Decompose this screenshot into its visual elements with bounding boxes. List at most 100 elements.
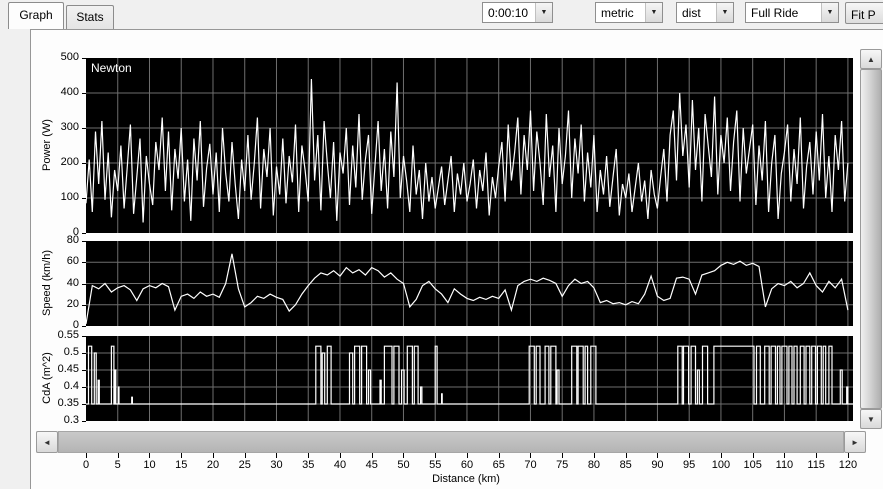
x-tick-mark: [181, 453, 182, 458]
x-tick-mark: [848, 453, 849, 458]
y-tick-mark: [82, 421, 86, 422]
y-tick-label: 20: [35, 298, 79, 310]
x-tick-mark: [530, 453, 531, 458]
y-tick-mark: [82, 262, 86, 263]
x-tick-label: 80: [578, 459, 610, 471]
x-tick-label: 85: [610, 459, 642, 471]
xaxis-mode-dropdown-value: dist: [677, 3, 716, 22]
range-dropdown[interactable]: Full Ride ▼: [745, 2, 839, 23]
series-annotation: Newton: [91, 61, 132, 75]
x-tick-mark: [753, 453, 754, 458]
interval-dropdown-value: 0:00:10: [483, 3, 535, 22]
scroll-up-button[interactable]: ▲: [860, 49, 882, 69]
y-tick-label: 0.4: [35, 380, 79, 392]
chart-panel: Newton Power (W) Speed (km/h) CdA (m^2) …: [30, 29, 883, 489]
x-tick-mark: [340, 453, 341, 458]
x-tick-mark: [689, 453, 690, 458]
chevron-down-icon[interactable]: ▼: [821, 3, 838, 22]
x-tick-mark: [403, 453, 404, 458]
scroll-right-button[interactable]: ►: [844, 431, 866, 453]
x-tick-mark: [626, 453, 627, 458]
units-dropdown[interactable]: metric ▼: [595, 2, 663, 23]
scroll-left-button[interactable]: ◄: [36, 431, 58, 453]
speed-plot-area[interactable]: [86, 241, 853, 326]
x-tick-label: 25: [229, 459, 261, 471]
x-tick-label: 70: [514, 459, 546, 471]
x-tick-mark: [86, 453, 87, 458]
fit-plot-button[interactable]: Fit P: [845, 2, 883, 24]
y-tick-label: 0.3: [35, 414, 79, 426]
x-tick-label: 75: [546, 459, 578, 471]
units-dropdown-value: metric: [596, 3, 645, 22]
x-tick-mark: [308, 453, 309, 458]
plot-svg-speed: [86, 241, 853, 326]
y-tick-label: 500: [35, 51, 79, 63]
x-tick-label: 105: [737, 459, 769, 471]
horizontal-scrollbar-thumb[interactable]: [58, 431, 844, 453]
x-tick-label: 50: [387, 459, 419, 471]
y-tick-mark: [82, 404, 86, 405]
y-tick-mark: [82, 336, 86, 337]
x-tick-label: 30: [260, 459, 292, 471]
x-tick-mark: [467, 453, 468, 458]
x-tick-label: 0: [70, 459, 102, 471]
x-tick-label: 55: [419, 459, 451, 471]
y-tick-mark: [82, 233, 86, 234]
x-tick-mark: [594, 453, 595, 458]
chevron-down-icon[interactable]: ▼: [645, 3, 662, 22]
y-tick-mark: [82, 326, 86, 327]
vertical-scrollbar-thumb[interactable]: [860, 69, 882, 409]
horizontal-scrollbar[interactable]: ◄ ►: [36, 431, 866, 453]
x-tick-mark: [213, 453, 214, 458]
x-tick-mark: [435, 453, 436, 458]
x-tick-label: 60: [451, 459, 483, 471]
x-tick-label: 10: [133, 459, 165, 471]
chevron-down-icon[interactable]: ▼: [716, 3, 733, 22]
x-tick-mark: [149, 453, 150, 458]
x-tick-mark: [245, 453, 246, 458]
y-tick-label: 300: [35, 121, 79, 133]
tab-graph[interactable]: Graph: [8, 2, 64, 29]
y-tick-mark: [82, 284, 86, 285]
y-tick-label: 0.35: [35, 397, 79, 409]
y-tick-mark: [82, 163, 86, 164]
y-tick-label: 80: [35, 234, 79, 246]
y-tick-mark: [82, 305, 86, 306]
x-tick-label: 110: [768, 459, 800, 471]
x-tick-label: 15: [165, 459, 197, 471]
tab-stats[interactable]: Stats: [66, 5, 114, 29]
xaxis-mode-dropdown[interactable]: dist ▼: [676, 2, 734, 23]
plot-svg-power: [86, 58, 853, 233]
y-tick-mark: [82, 387, 86, 388]
cda-plot-area[interactable]: [86, 336, 853, 421]
x-tick-mark: [499, 453, 500, 458]
chevron-down-icon[interactable]: ▼: [535, 3, 552, 22]
x-tick-label: 45: [356, 459, 388, 471]
y-tick-label: 0.45: [35, 363, 79, 375]
scroll-down-button[interactable]: ▼: [860, 409, 882, 429]
y-tick-mark: [82, 128, 86, 129]
y-tick-mark: [82, 370, 86, 371]
y-tick-mark: [82, 58, 86, 59]
x-tick-label: 115: [800, 459, 832, 471]
x-axis-title: Distance (km): [336, 473, 596, 485]
y-tick-mark: [82, 353, 86, 354]
power-plot-area[interactable]: [86, 58, 853, 233]
y-tick-label: 60: [35, 255, 79, 267]
x-tick-label: 90: [641, 459, 673, 471]
x-tick-mark: [372, 453, 373, 458]
x-tick-mark: [562, 453, 563, 458]
x-tick-label: 120: [832, 459, 864, 471]
x-tick-label: 65: [483, 459, 515, 471]
y-tick-mark: [82, 241, 86, 242]
range-dropdown-value: Full Ride: [746, 3, 821, 22]
x-tick-label: 95: [673, 459, 705, 471]
interval-dropdown[interactable]: 0:00:10 ▼: [482, 2, 553, 23]
tab-bar: Graph Stats 0:00:10 ▼ metric ▼ dist ▼ Fu…: [0, 0, 883, 29]
x-tick-mark: [816, 453, 817, 458]
y-tick-label: 400: [35, 86, 79, 98]
vertical-scrollbar[interactable]: ▲ ▼: [860, 49, 882, 429]
y-tick-label: 0.5: [35, 346, 79, 358]
x-tick-mark: [657, 453, 658, 458]
x-tick-mark: [276, 453, 277, 458]
